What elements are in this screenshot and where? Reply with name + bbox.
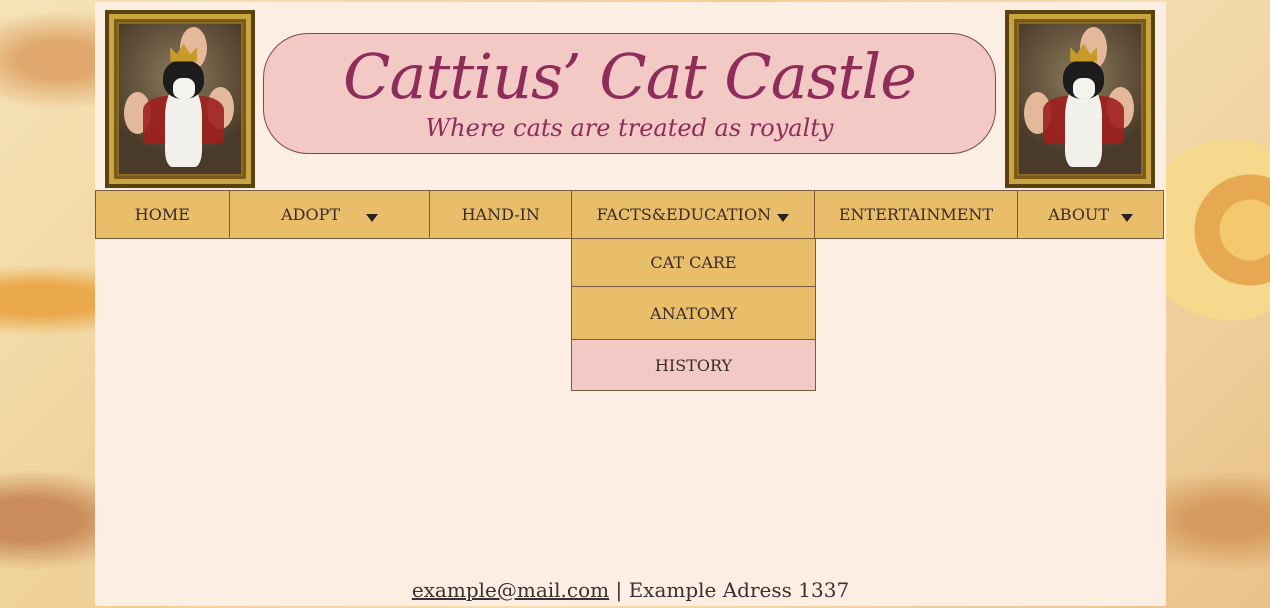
nav-item-facts-education[interactable]: FACTS&EDUCATION	[572, 191, 815, 238]
nav-item-about[interactable]: ABOUT	[1018, 191, 1163, 238]
facts-education-dropdown: CAT CARE ANATOMY HISTORY	[571, 239, 816, 391]
nav-item-adopt[interactable]: ADOPT	[230, 191, 431, 238]
dropdown-arrow-icon	[777, 213, 790, 222]
nav-item-hand-in[interactable]: HAND-IN	[430, 191, 573, 238]
footer-address: Example Adress 1337	[628, 578, 850, 602]
site-title: Cattius’ Cat Castle	[343, 40, 917, 113]
nav-item-label: ABOUT	[1048, 205, 1110, 224]
cat-portrait-right	[1005, 10, 1155, 188]
footer-separator: |	[615, 578, 623, 602]
nav-item-entertainment[interactable]: ENTERTAINMENT	[815, 191, 1019, 238]
page-container: Cattius’ Cat Castle Where cats are treat…	[95, 2, 1166, 606]
cat-portrait-left	[105, 10, 255, 188]
nav-item-label: HAND-IN	[461, 205, 540, 224]
site-title-banner: Cattius’ Cat Castle Where cats are treat…	[263, 33, 996, 154]
dropdown-item-history[interactable]: HISTORY	[571, 340, 816, 391]
nav-item-label: FACTS&EDUCATION	[596, 205, 772, 224]
nav-item-home[interactable]: HOME	[96, 191, 230, 238]
dropdown-item-label: HISTORY	[654, 355, 733, 375]
dropdown-item-anatomy[interactable]: ANATOMY	[571, 287, 816, 340]
floral-wallpaper-left	[0, 0, 95, 608]
footer-email-link[interactable]: example@mail.com	[412, 578, 609, 602]
dropdown-item-label: ANATOMY	[650, 303, 737, 323]
main-navigation: HOME ADOPT HAND-IN FACTS&EDUCATION ENTER…	[95, 190, 1164, 239]
nav-item-label: ADOPT	[281, 205, 341, 224]
nav-item-label: HOME	[134, 205, 190, 224]
floral-wallpaper-right	[1166, 0, 1270, 608]
dropdown-arrow-icon	[1121, 213, 1134, 222]
site-subtitle: Where cats are treated as royalty	[425, 114, 834, 142]
dropdown-item-label: CAT CARE	[650, 253, 737, 272]
footer: example@mail.com | Example Adress 1337	[95, 578, 1166, 602]
dropdown-arrow-icon	[366, 213, 379, 222]
dropdown-item-cat-care[interactable]: CAT CARE	[571, 239, 816, 287]
nav-item-label: ENTERTAINMENT	[838, 205, 994, 224]
